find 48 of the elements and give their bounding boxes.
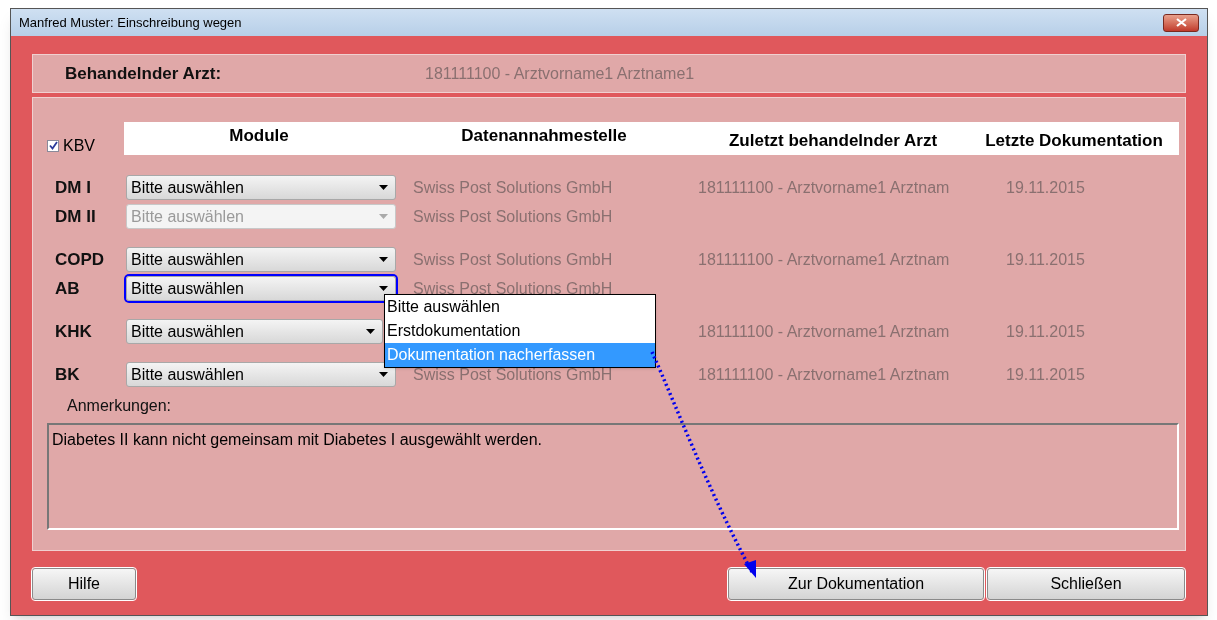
column-header: Zuletzt behandelnder Arzt xyxy=(727,129,939,152)
last-doctor: 181111100 - Arztvorname1 Arztnam xyxy=(698,178,950,196)
kbv-label: KBV xyxy=(63,135,95,156)
last-documentation-date: 19.11.2015 xyxy=(1006,249,1085,270)
close-icon xyxy=(1175,18,1187,27)
dialog-button[interactable]: Zur Dokumentation xyxy=(728,568,984,600)
column-header: Datenannahmestelle xyxy=(460,124,628,147)
module-dropdown[interactable]: Bitte auswählen xyxy=(126,362,396,387)
last-doctor: 181111100 - Arztvorname1 Arztnam xyxy=(698,365,950,383)
column-header: Module xyxy=(228,124,290,147)
module-dropdown[interactable]: Bitte auswählen xyxy=(126,319,383,344)
module-label: KHK xyxy=(54,320,93,343)
kbv-checkbox[interactable] xyxy=(47,139,59,152)
caret-icon xyxy=(366,329,375,334)
column-header: Letzte Dokumentation xyxy=(984,129,1164,152)
notes-label: Anmerkungen: xyxy=(67,396,173,416)
close-button[interactable] xyxy=(1163,13,1199,32)
doctor-value: 181111100 - Arztvorname1 Arztname1 xyxy=(425,63,695,84)
data-office: Swiss Post Solutions GmbH xyxy=(413,207,613,225)
caret-icon xyxy=(379,214,388,219)
caret-icon xyxy=(379,286,388,291)
module-dropdown[interactable]: Bitte auswählen xyxy=(126,276,396,301)
dialog-button[interactable]: Schließen xyxy=(987,568,1185,600)
module-label: COPD xyxy=(54,248,106,271)
module-label: DM II xyxy=(54,205,97,228)
last-doctor: 181111100 - Arztvorname1 Arztnam xyxy=(698,322,950,340)
dropdown-option[interactable]: Erstdokumentation xyxy=(385,319,655,343)
last-documentation-date: 19.11.2015 xyxy=(1006,321,1085,342)
caret-icon xyxy=(379,185,388,190)
module-label: AB xyxy=(54,277,81,300)
data-office: Swiss Post Solutions GmbH xyxy=(413,279,613,297)
last-doctor: 181111100 - Arztvorname1 Arztnam xyxy=(698,250,950,268)
module-dropdown[interactable]: Bitte auswählen xyxy=(126,247,396,272)
data-office: Swiss Post Solutions GmbH xyxy=(413,178,613,196)
module-label: DM I xyxy=(54,176,92,199)
last-documentation-date: 19.11.2015 xyxy=(1006,364,1085,385)
caret-icon xyxy=(379,372,388,377)
window-title: Manfred Muster: Einschreibung wegen xyxy=(19,13,242,32)
caret-icon xyxy=(379,257,388,262)
dialog-button[interactable]: Hilfe xyxy=(32,568,136,600)
doctor-label: Behandelnder Arzt: xyxy=(65,62,223,85)
data-office: Swiss Post Solutions GmbH xyxy=(413,365,613,383)
notes-field[interactable]: Diabetes II kann nicht gemeinsam mit Diabetes I ausgewählt werden. xyxy=(47,423,1179,530)
last-documentation-date: 19.11.2015 xyxy=(1006,177,1085,198)
data-office: Swiss Post Solutions GmbH xyxy=(413,250,613,268)
module-label: BK xyxy=(54,363,81,386)
check-icon xyxy=(48,141,58,150)
module-dropdown[interactable]: Bitte auswählen xyxy=(126,175,396,200)
